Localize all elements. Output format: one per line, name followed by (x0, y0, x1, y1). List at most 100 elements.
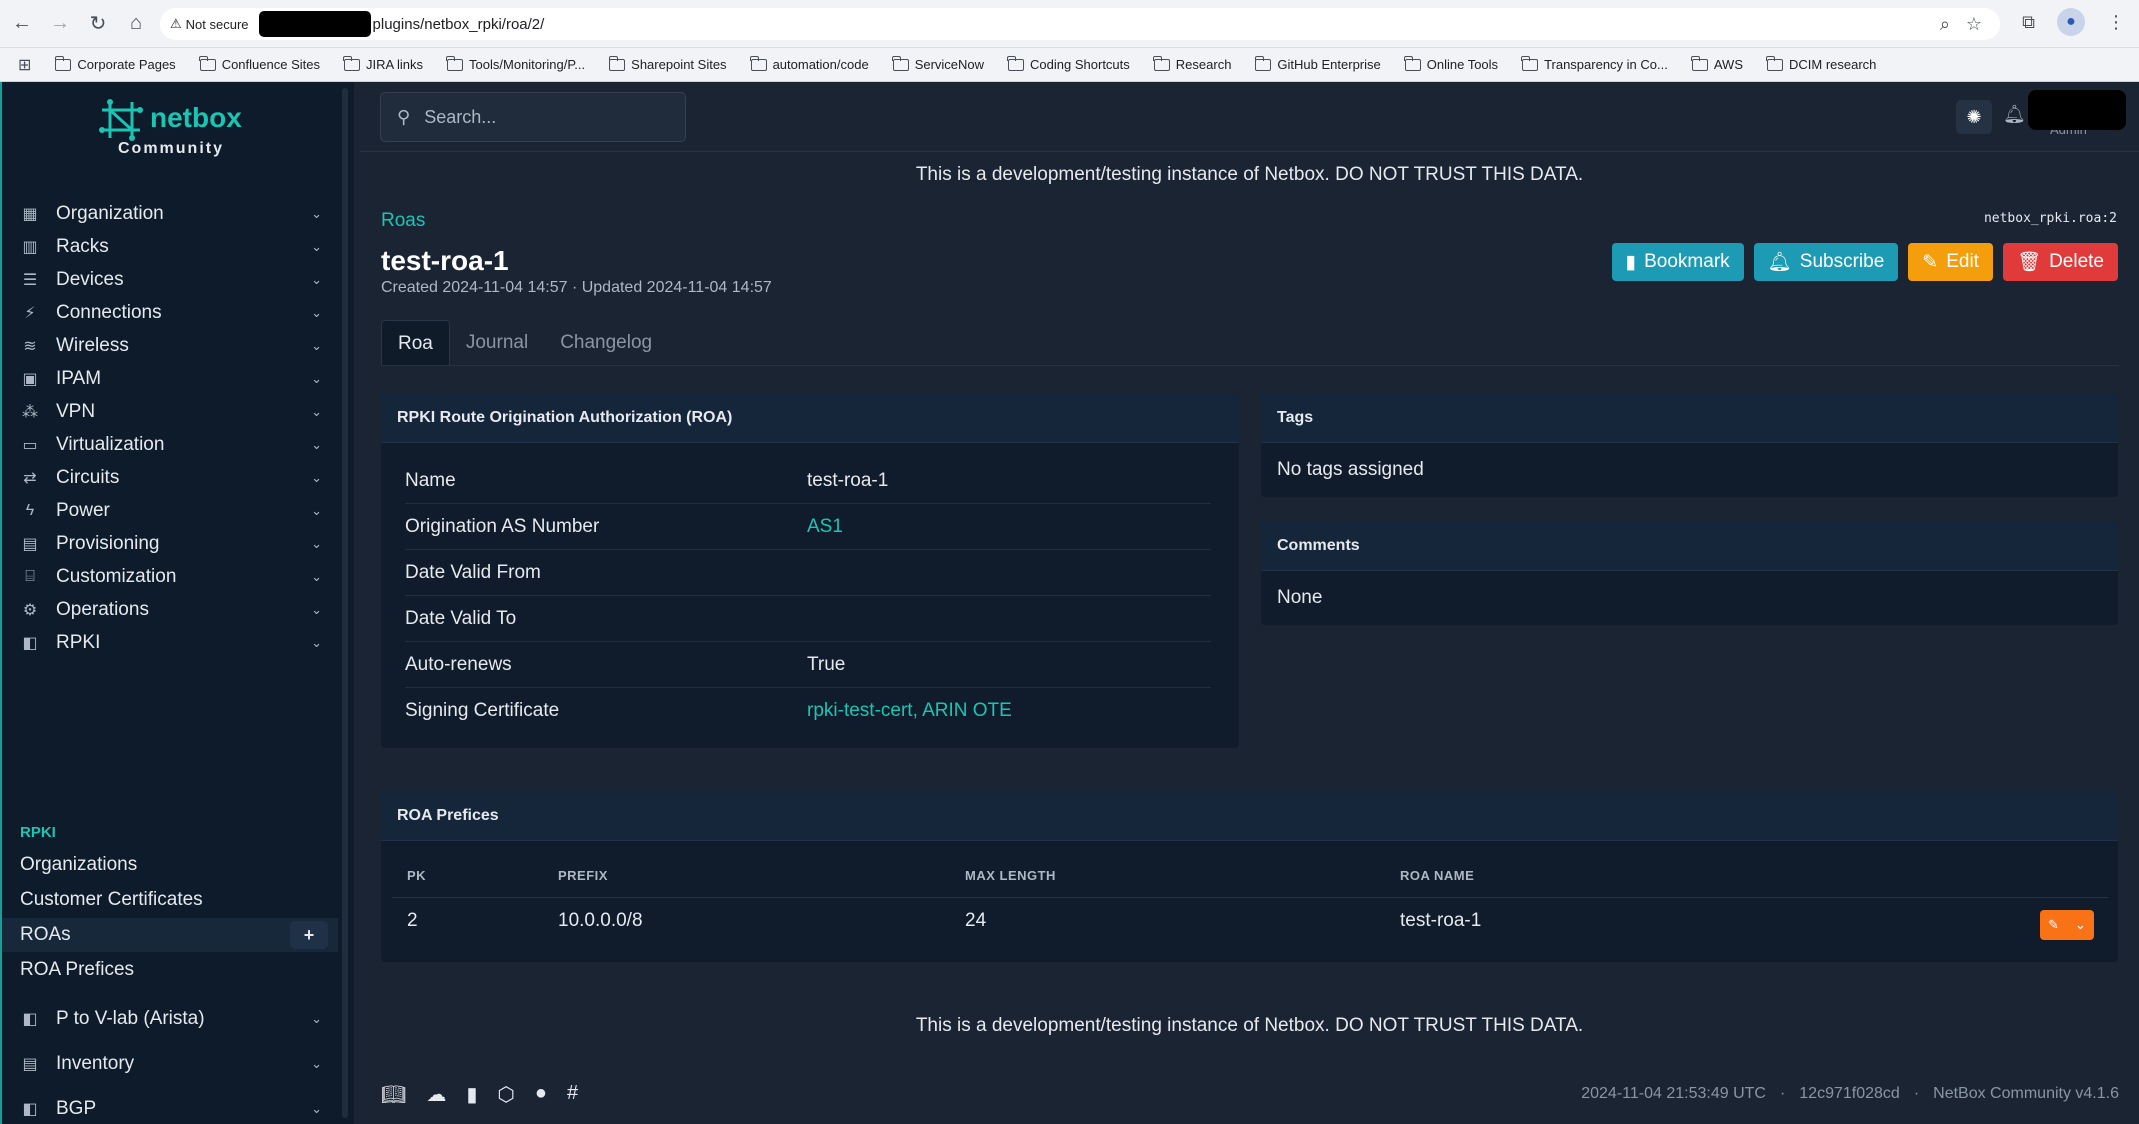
bookmark-folder[interactable]: Coding Shortcuts (1007, 55, 1130, 72)
github-icon[interactable]: ● (535, 1082, 547, 1107)
menu-p-to-v-lab[interactable]: ◧ P to V-lab (Arista) ⌄ (2, 999, 338, 1039)
bookmark-folder[interactable]: automation/code (749, 55, 869, 72)
plugin-icon: ◧ (22, 635, 38, 652)
bookmark-star-icon[interactable]: ☆ (1966, 14, 1982, 35)
tab-roa[interactable]: Roa (381, 320, 450, 366)
sidebar-item-customer-certificates[interactable]: Customer Certificates (20, 889, 203, 911)
folder-icon (1691, 55, 1708, 71)
bookmark-folder[interactable]: Research (1153, 55, 1231, 72)
home-icon[interactable]: ⌂ (120, 8, 152, 40)
bookmark-folder[interactable]: DCIM research (1766, 55, 1876, 72)
tags-empty-text: No tags assigned (1277, 459, 1424, 480)
breadcrumb-roas[interactable]: Roas (381, 210, 425, 232)
bookmark-folder[interactable]: GitHub Enterprise (1254, 55, 1381, 72)
dev-banner-top: This is a development/testing instance o… (915, 164, 1584, 185)
profile-icon[interactable]: ● (2057, 8, 2085, 36)
bookmark-folder[interactable]: Transparency in Co... (1521, 55, 1668, 72)
docs-book-icon[interactable]: 📖︎ (381, 1082, 406, 1107)
reload-icon[interactable]: ↻ (82, 8, 114, 40)
redacted-user-menu[interactable] (2028, 90, 2126, 130)
footer-commit[interactable]: 12c971f028cd (1799, 1085, 1900, 1103)
toolbox-icon: ⌸ (25, 568, 35, 585)
roa-row-valid-from: Date Valid From (405, 550, 1211, 596)
bookmark-button[interactable]: ▮ Bookmark (1611, 243, 1744, 281)
logo-wordmark: netbox (150, 102, 242, 133)
folder-icon (199, 55, 216, 71)
sidebar-item-roas[interactable]: ROAs (20, 924, 71, 946)
subscribe-button[interactable]: 🔔︎ Subscribe (1753, 243, 1899, 281)
slack-icon[interactable]: # (567, 1082, 578, 1107)
theme-toggle-button[interactable]: ✺ (1956, 100, 1992, 134)
search-icon: ⚲ (397, 106, 411, 127)
prefix-pk-link[interactable]: 2 (407, 910, 418, 932)
add-roa-button[interactable]: + (290, 921, 328, 949)
netbox-logo[interactable]: netbox Community (98, 98, 258, 168)
col-header-max-length[interactable]: MAX LENGTH (965, 868, 1056, 883)
chevron-down-icon: ⌄ (311, 371, 322, 386)
bookmark-folder[interactable]: Tools/Monitoring/P... (446, 55, 585, 72)
comments-card-title: Comments (1261, 521, 2118, 571)
bookmark-folder[interactable]: Confluence Sites (199, 55, 320, 72)
url-text[interactable]: plugins/netbox_rpki/roa/2/ (373, 16, 545, 33)
asn-link[interactable]: AS1 (807, 516, 843, 538)
bookmark-folder[interactable]: JIRA links (343, 55, 423, 72)
bookmark-icon: ▮ (1625, 251, 1637, 273)
col-header-roa-name[interactable]: ROA NAME (1400, 868, 1474, 883)
forward-icon[interactable]: → (44, 8, 76, 40)
sidebar-scrollbar[interactable] (342, 88, 348, 1118)
menu-kebab-icon[interactable]: ⋮ (2107, 12, 2125, 33)
roa-row-valid-to: Date Valid To (405, 596, 1211, 642)
tunnel-icon: ⁂ (22, 404, 38, 421)
redacted-host (258, 11, 371, 37)
graphql-icon[interactable]: ⬡ (497, 1082, 514, 1107)
signing-cert-link[interactable]: rpki-test-cert, ARIN OTE (807, 700, 1012, 722)
menu-inventory[interactable]: ▤ Inventory ⌄ (2, 1044, 338, 1084)
zoom-icon[interactable]: ⌕ (1940, 14, 1950, 35)
chevron-down-icon: ⌄ (2075, 917, 2086, 932)
chevron-down-icon: ⌄ (311, 1056, 322, 1071)
menu-rpki[interactable]: ◧ RPKI ⌄ (2, 623, 338, 663)
wifi-icon: ≋ (23, 338, 37, 355)
warning-icon: ⚠ (170, 16, 182, 31)
bookmark-folder[interactable]: Online Tools (1404, 55, 1498, 72)
plugin-icon: ◧ (22, 1101, 38, 1118)
folder-icon (749, 55, 767, 71)
chevron-down-icon: ⌄ (311, 239, 322, 254)
search-input[interactable] (424, 106, 665, 128)
col-header-prefix[interactable]: PREFIX (558, 868, 608, 883)
sidebar-item-roa-prefices[interactable]: ROA Prefices (20, 959, 134, 981)
search-box[interactable]: ⚲ (380, 92, 686, 142)
comments-text: None (1277, 587, 1323, 608)
api-file-icon[interactable]: ▮ (466, 1082, 477, 1107)
bookmark-folder[interactable]: Sharepoint Sites (608, 55, 727, 72)
footer-info: 2024-11-04 21:53:49 UTC · 12c971f028cd ·… (1581, 1085, 2119, 1103)
browser-toolbar: ← → ↻ ⌂ ⚠ Not secure plugins/netbox_rpki/… (0, 0, 2139, 48)
extensions-icon[interactable]: ⧉ (2022, 12, 2035, 33)
delete-button[interactable]: 🗑︎ Delete (2002, 243, 2118, 281)
sidebar-item-organizations[interactable]: Organizations (20, 854, 137, 876)
chevron-down-icon: ⌄ (311, 437, 322, 452)
menu-bgp[interactable]: ◧ BGP ⌄ (2, 1089, 338, 1124)
notifications-bell-icon[interactable]: 🔔︎ (2003, 104, 2026, 125)
cloud-download-icon[interactable]: ☁ (426, 1082, 446, 1107)
prefices-card-title: ROA Prefices (381, 791, 2118, 841)
logo-subtitle: Community (118, 140, 224, 157)
col-header-pk[interactable]: PK (407, 868, 426, 883)
bookmark-folder[interactable]: AWS (1691, 55, 1743, 72)
chevron-down-icon: ⌄ (311, 1011, 322, 1026)
tab-journal[interactable]: Journal (450, 320, 544, 366)
edit-button[interactable]: ✎ Edit (1908, 243, 1993, 281)
tab-changelog[interactable]: Changelog (544, 320, 668, 366)
row-edit-dropdown-button[interactable]: ✎ ⌄ (2040, 910, 2094, 940)
bookmark-folder[interactable]: Corporate Pages (54, 55, 176, 72)
roa-details-card: RPKI Route Origination Authorization (RO… (381, 393, 1239, 748)
back-icon[interactable]: ← (6, 8, 38, 40)
security-indicator[interactable]: ⚠ Not secure (170, 16, 249, 32)
bookmark-folder[interactable]: ServiceNow (892, 55, 984, 72)
folder-icon (446, 55, 464, 71)
address-bar[interactable]: ⚠ Not secure plugins/netbox_rpki/roa/2/ ⌕… (160, 8, 2000, 40)
apps-grid-icon[interactable]: ⊞ (18, 55, 31, 75)
folder-icon (892, 55, 909, 71)
folder-icon (1521, 55, 1539, 71)
roa-row-auto-renews: Auto-renews True (405, 642, 1211, 688)
